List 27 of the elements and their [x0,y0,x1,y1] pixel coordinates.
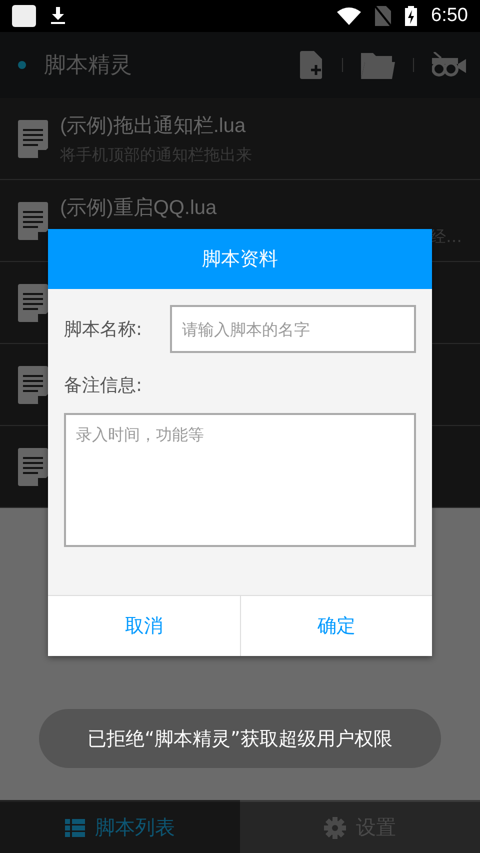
wifi-icon [337,7,362,25]
note-label: 备注信息: [64,374,144,397]
note-field[interactable]: 录入时间，功能等 [64,413,416,547]
script-title: (示例)重启QQ.lua [60,196,218,220]
no-sim-icon [375,6,392,26]
document-icon [18,202,48,240]
camera-icon[interactable] [432,52,466,78]
tab[interactable]: 脚本列表 [0,800,240,853]
document-icon [18,366,48,404]
list-icon [65,818,85,836]
name-field[interactable]: 请输入脚本的名字 [170,305,416,353]
new-file-icon[interactable] [300,51,324,79]
notification-icon [12,5,36,27]
document-icon [18,448,48,486]
document-icon [18,120,48,158]
folder-icon[interactable] [361,51,395,79]
app-title: 脚本精灵 [44,52,133,80]
script-title: (示例)拖出通知栏.lua [60,114,247,138]
clock-time: 6:50 [431,5,468,27]
settings-icon [324,816,346,838]
toast-message: 已拒绝“脚本精灵”获取超级用户权限 [39,709,441,768]
battery-icon [405,6,418,26]
download-icon [50,7,66,25]
dialog-title: 脚本资料 [48,229,432,289]
document-icon [18,284,48,322]
name-label: 脚本名称: [64,318,142,341]
status-dot [18,61,26,69]
